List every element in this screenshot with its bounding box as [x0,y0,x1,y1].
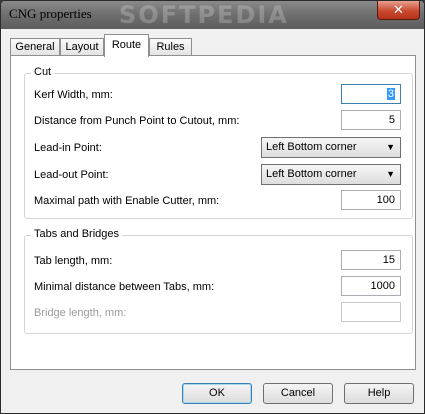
lead-out-label: Lead-out Point: [34,169,109,181]
dropdown-arrow-icon: ▼ [386,169,395,179]
title-bar[interactable]: CNG properties SOFTPEDIA ✕ [1,1,424,29]
tabs-bridges-group: Tabs and Bridges Tab length, mm: 15 Mini… [24,228,413,334]
tab-layout[interactable]: Layout [60,38,104,56]
close-button[interactable]: ✕ [377,1,420,20]
cut-group: Cut Kerf Width, mm: 3 Distance from Punc… [24,66,413,219]
punch-distance-field[interactable]: 5 [341,110,401,130]
punch-distance-label: Distance from Punch Point to Cutout, mm: [34,115,240,127]
ok-button[interactable]: OK [182,383,252,404]
min-distance-label: Minimal distance between Tabs, mm: [34,281,215,293]
max-path-label: Maximal path with Enable Cutter, mm: [34,195,220,207]
cancel-button[interactable]: Cancel [263,383,333,404]
kerf-width-value: 3 [386,88,395,100]
lead-in-label: Lead-in Point: [34,142,102,154]
tabs-bridges-title: Tabs and Bridges [31,228,122,240]
close-icon: ✕ [393,2,404,17]
bridge-length-field[interactable] [341,302,401,322]
lead-out-value: Left Bottom corner [266,168,357,180]
tab-rules[interactable]: Rules [149,38,192,56]
tab-route[interactable]: Route [104,34,149,57]
tab-length-label: Tab length, mm: [34,255,113,267]
cut-group-title: Cut [31,66,55,78]
dialog-window: CNG properties SOFTPEDIA ✕ General Layou… [0,0,425,414]
dropdown-arrow-icon: ▼ [386,142,395,152]
route-tab-page: Cut Kerf Width, mm: 3 Distance from Punc… [10,55,416,370]
window-title: CNG properties [9,6,92,21]
lead-in-value: Left Bottom corner [266,141,357,153]
kerf-width-field[interactable]: 3 [341,84,401,104]
kerf-width-label: Kerf Width, mm: [34,89,113,101]
lead-in-select[interactable]: Left Bottom corner ▼ [261,137,401,158]
tab-length-field[interactable]: 15 [341,250,401,270]
watermark: SOFTPEDIA [119,1,289,29]
min-distance-field[interactable]: 1000 [341,276,401,296]
lead-out-select[interactable]: Left Bottom corner ▼ [261,164,401,185]
bridge-length-label: Bridge length, mm: [34,307,127,319]
max-path-field[interactable]: 100 [341,190,401,210]
help-button[interactable]: Help [344,383,414,404]
tab-general[interactable]: General [10,38,60,56]
